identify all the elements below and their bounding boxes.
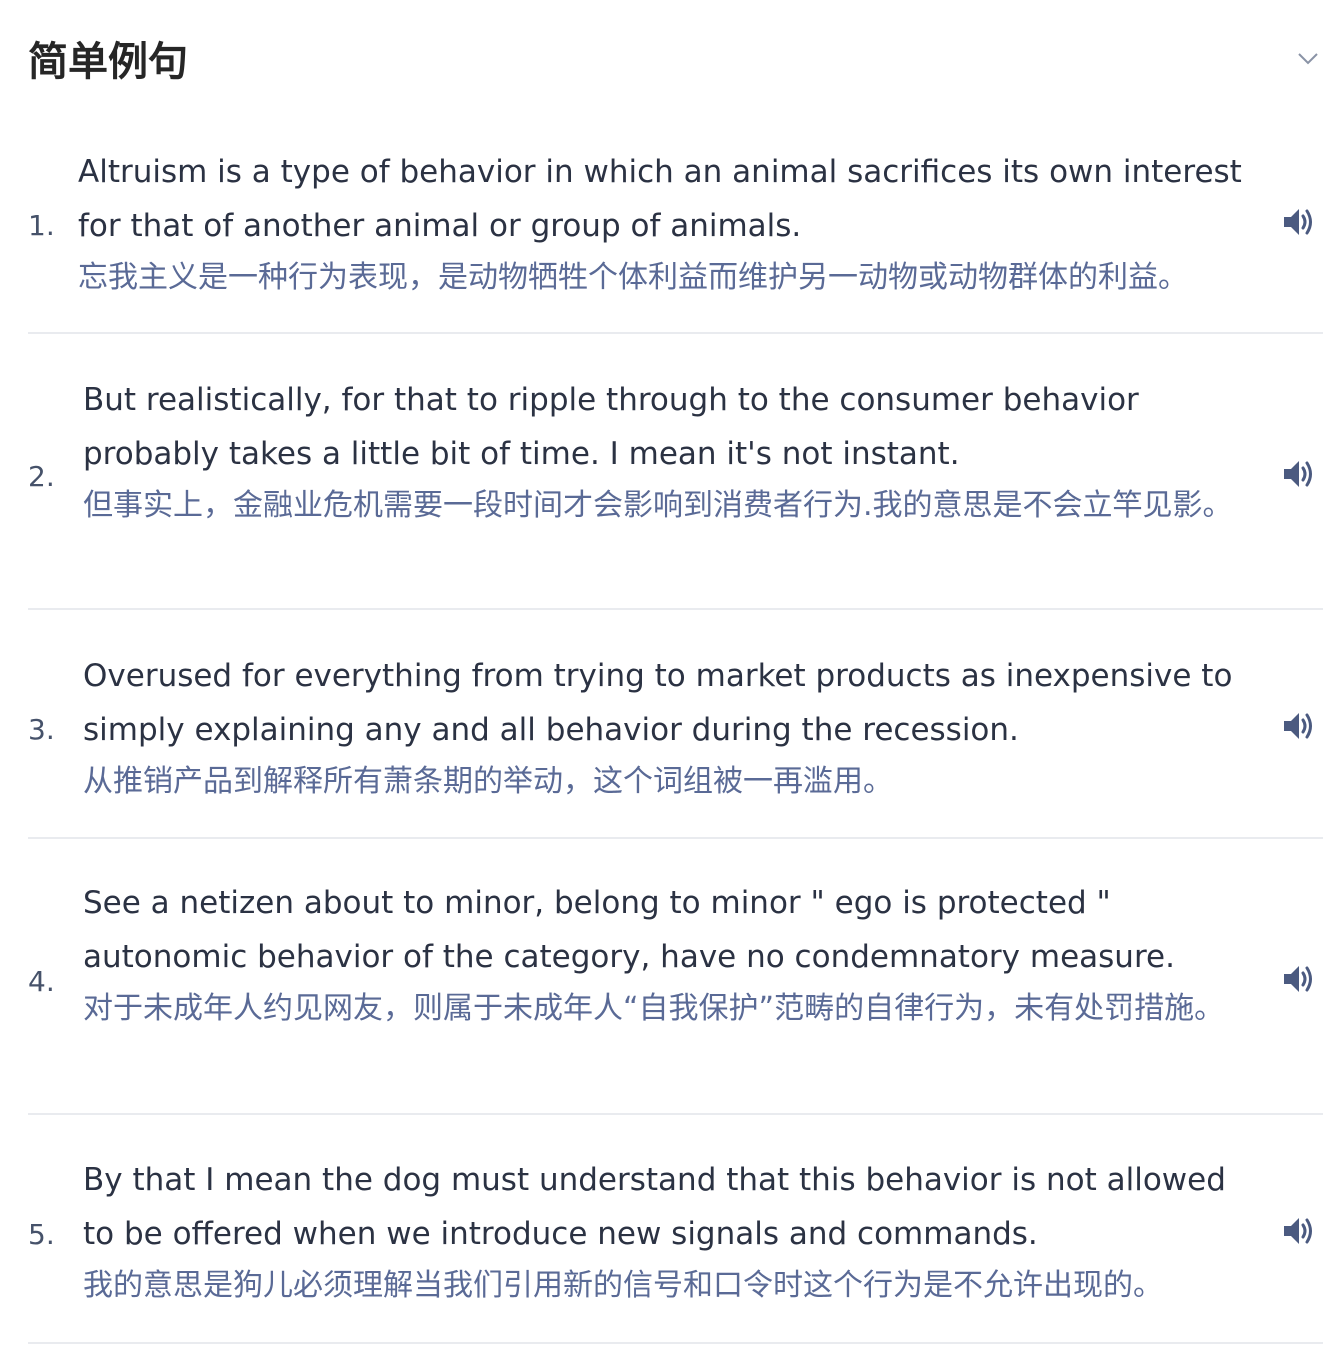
example-translation: 我的意思是狗儿必须理解当我们引用新的信号和口令时这个行为是不允许出现的。: [83, 1268, 1163, 1303]
play-audio-button[interactable]: [1281, 1213, 1317, 1249]
play-audio-button[interactable]: [1281, 708, 1317, 744]
speaker-icon: [1284, 1218, 1312, 1244]
example-content: Overused for everything from trying to m…: [83, 649, 1268, 805]
example-item: 5. By that I mean the dog must understan…: [28, 1115, 1323, 1344]
play-audio-button[interactable]: [1281, 456, 1317, 492]
example-translation: 忘我主义是一种行为表现，是动物牺牲个体利益而维护另一动物或动物群体的利益。: [78, 260, 1188, 295]
example-content: By that I mean the dog must understand t…: [83, 1153, 1268, 1309]
speaker-icon: [1284, 209, 1312, 235]
example-number: 5.: [28, 1218, 55, 1251]
example-english-line: probably takes a little bit of time. I m…: [83, 436, 960, 472]
example-translation: 但事实上，金融业危机需要一段时间才会影响到消费者行为.我的意思是不会立竿见影。: [83, 488, 1233, 523]
example-number: 3.: [28, 713, 55, 746]
speaker-icon: [1284, 713, 1312, 739]
speaker-icon: [1284, 461, 1312, 487]
speaker-icon: [1284, 966, 1312, 992]
example-item: 1. Altruism is a type of behavior in whi…: [28, 140, 1323, 334]
example-translation: 对于未成年人约见网友，则属于未成年人“自我保护”范畴的自律行为，未有处罚措施。: [83, 991, 1225, 1026]
example-sentence-list: 1. Altruism is a type of behavior in whi…: [0, 0, 1342, 1351]
example-english-line: for that of another animal or group of a…: [78, 208, 802, 244]
example-item: 2. But realistically, for that to ripple…: [28, 334, 1323, 610]
example-english-line: By that I mean the dog must understand t…: [83, 1162, 1226, 1198]
example-content: See a netizen about to minor, belong to …: [83, 876, 1268, 1032]
example-english-line: But realistically, for that to ripple th…: [83, 382, 1139, 418]
example-number: 2.: [28, 460, 55, 493]
play-audio-button[interactable]: [1281, 204, 1317, 240]
example-item: 4. See a netizen about to minor, belong …: [28, 839, 1323, 1115]
example-translation: 从推销产品到解释所有萧条期的举动，这个词组被一再滥用。: [83, 764, 893, 799]
example-english-line: Altruism is a type of behavior in which …: [78, 154, 1242, 190]
example-english-line: simply explaining any and all behavior d…: [83, 712, 1019, 748]
example-english-line: autonomic behavior of the category, have…: [83, 939, 1175, 975]
example-english-line: to be offered when we introduce new sign…: [83, 1216, 1038, 1252]
example-content: But realistically, for that to ripple th…: [83, 373, 1268, 529]
example-number: 1.: [28, 209, 55, 242]
example-item: 3. Overused for everything from trying t…: [28, 610, 1323, 839]
play-audio-button[interactable]: [1281, 961, 1317, 997]
example-number: 4.: [28, 965, 55, 998]
example-english-line: Overused for everything from trying to m…: [83, 658, 1233, 694]
example-content: Altruism is a type of behavior in which …: [78, 145, 1263, 301]
example-english-line: See a netizen about to minor, belong to …: [83, 885, 1111, 921]
